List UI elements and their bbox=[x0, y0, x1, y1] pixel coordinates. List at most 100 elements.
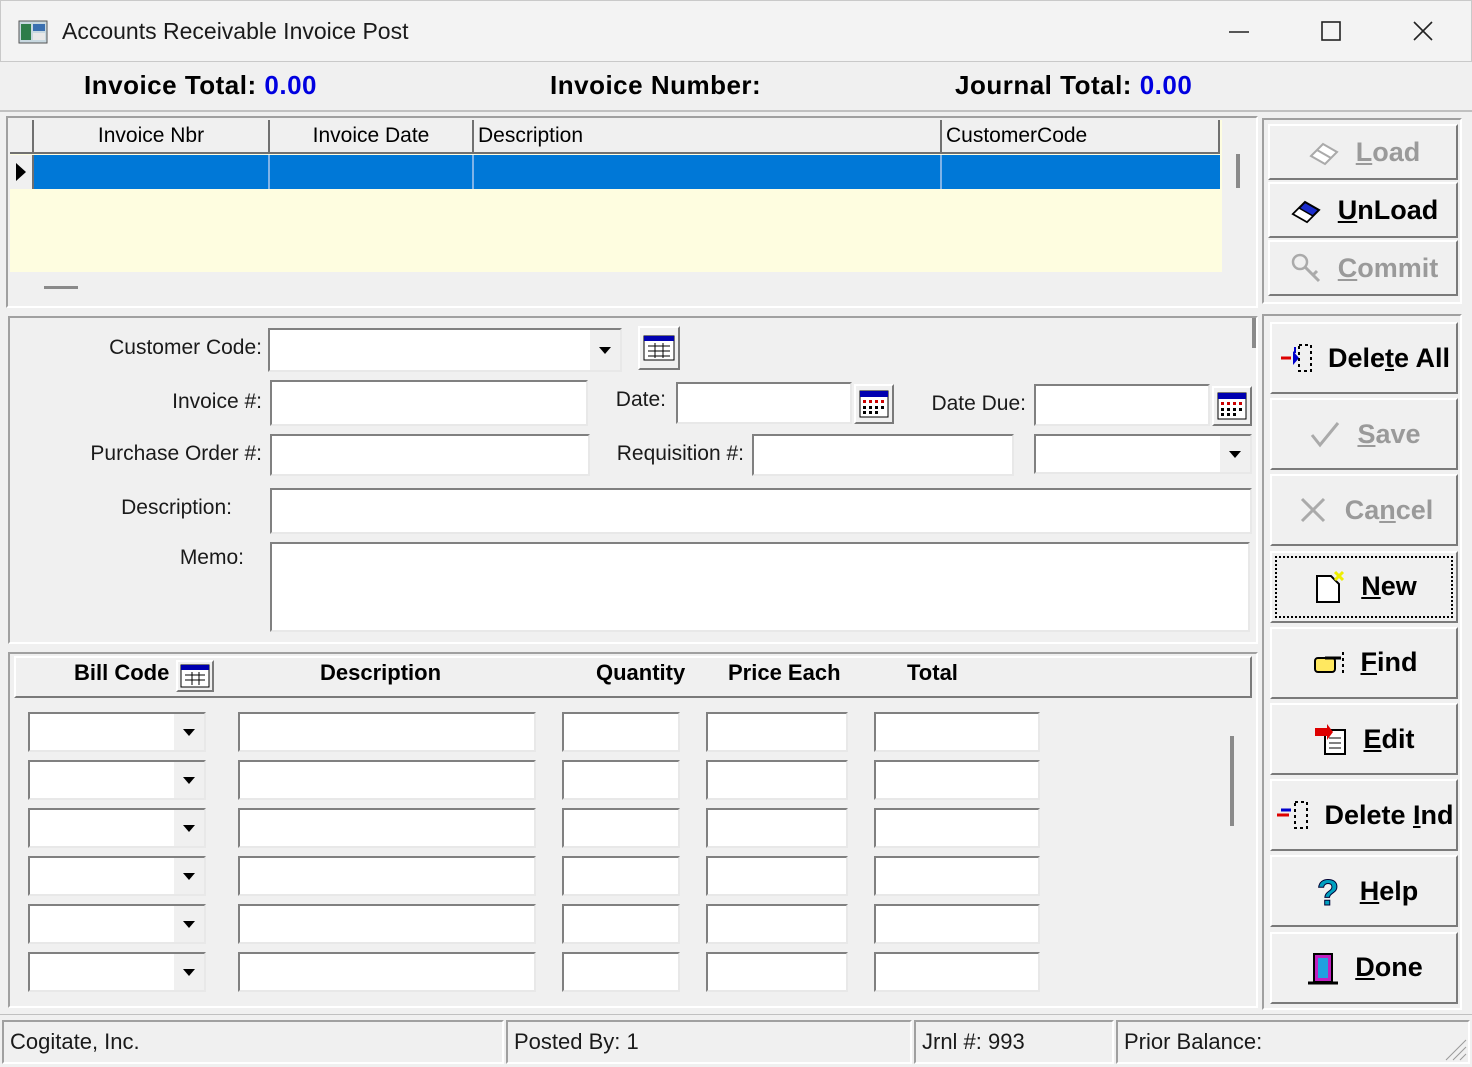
bill-code-dropdown[interactable] bbox=[28, 760, 206, 800]
column-header-line-description: Description bbox=[320, 660, 442, 685]
close-button[interactable] bbox=[1400, 12, 1446, 50]
quantity-input[interactable] bbox=[562, 760, 680, 800]
quantity-input[interactable] bbox=[562, 952, 680, 992]
bill-code-dropdown[interactable] bbox=[28, 904, 206, 944]
selected-grid-row[interactable] bbox=[34, 155, 1220, 189]
invoice-number-field-label: Invoice #: bbox=[172, 390, 262, 413]
requisition-type-dropdown[interactable] bbox=[1034, 434, 1252, 474]
done-button-label: Done bbox=[1355, 952, 1423, 983]
requisition-label: Requisition #: bbox=[616, 442, 744, 465]
row-indicator bbox=[10, 155, 34, 189]
date-input[interactable] bbox=[676, 382, 852, 424]
chevron-down-icon[interactable] bbox=[174, 906, 204, 942]
done-button[interactable]: Done bbox=[1270, 931, 1458, 1004]
minimize-button[interactable] bbox=[1216, 12, 1262, 50]
chevron-down-icon[interactable] bbox=[174, 714, 204, 750]
help-button[interactable]: ? Help bbox=[1270, 855, 1458, 928]
load-button[interactable]: Load bbox=[1268, 124, 1458, 180]
save-button[interactable]: Save bbox=[1270, 398, 1458, 471]
chevron-down-icon[interactable] bbox=[174, 762, 204, 798]
price-each-input[interactable] bbox=[706, 808, 848, 848]
save-button-label: Save bbox=[1357, 418, 1421, 449]
column-header-invoice-nbr[interactable]: Invoice Nbr bbox=[34, 120, 270, 154]
status-prior-balance: Prior Balance: bbox=[1116, 1020, 1470, 1064]
close-icon bbox=[1413, 21, 1433, 41]
resize-grip[interactable] bbox=[1440, 1034, 1468, 1062]
edit-button[interactable]: Edit bbox=[1270, 703, 1458, 775]
bill-code-dropdown[interactable] bbox=[28, 808, 206, 848]
description-label: Description: bbox=[121, 496, 232, 519]
vertical-scrollbar[interactable] bbox=[1236, 154, 1240, 188]
quantity-input[interactable] bbox=[562, 712, 680, 752]
delete-all-button-label: Delete All bbox=[1327, 342, 1451, 373]
invoice-total: Invoice Total: 0.00 bbox=[84, 70, 317, 101]
price-each-input[interactable] bbox=[706, 712, 848, 752]
line-description-input[interactable] bbox=[238, 856, 536, 896]
journal-total-value: 0.00 bbox=[1139, 70, 1193, 100]
memo-textarea[interactable] bbox=[270, 542, 1250, 632]
bill-code-dropdown[interactable] bbox=[28, 952, 206, 992]
chevron-down-icon[interactable] bbox=[1220, 436, 1250, 472]
customer-code-dropdown[interactable] bbox=[268, 328, 622, 372]
chevron-down-icon[interactable] bbox=[174, 858, 204, 894]
row-pointer-icon bbox=[16, 163, 26, 181]
description-input[interactable] bbox=[270, 488, 1252, 534]
lookup-table-icon bbox=[180, 664, 210, 688]
maximize-button[interactable] bbox=[1308, 12, 1354, 50]
line-description-input[interactable] bbox=[238, 952, 536, 992]
line-total-input[interactable] bbox=[874, 760, 1040, 800]
delete-ind-button[interactable]: Delete Ind bbox=[1270, 779, 1458, 852]
chevron-down-icon[interactable] bbox=[590, 330, 620, 370]
line-total-input[interactable] bbox=[874, 904, 1040, 944]
commit-button[interactable]: Commit bbox=[1268, 240, 1458, 296]
new-button-label: New bbox=[1361, 571, 1417, 602]
line-description-input[interactable] bbox=[238, 808, 536, 848]
minimize-icon bbox=[1229, 31, 1249, 33]
line-total-input[interactable] bbox=[874, 952, 1040, 992]
price-each-input[interactable] bbox=[706, 904, 848, 944]
line-description-input[interactable] bbox=[238, 712, 536, 752]
quantity-input[interactable] bbox=[562, 904, 680, 944]
column-header-description[interactable]: Description bbox=[474, 120, 942, 154]
date-picker-button[interactable] bbox=[854, 384, 894, 424]
purchase-order-input[interactable] bbox=[270, 434, 590, 476]
edit-document-icon bbox=[1313, 721, 1349, 757]
delete-all-button[interactable]: Delete All bbox=[1270, 322, 1458, 394]
x-icon bbox=[1295, 492, 1331, 528]
invoice-number-label: Invoice Number: bbox=[550, 70, 762, 100]
price-each-input[interactable] bbox=[706, 952, 848, 992]
invoice-number-input[interactable] bbox=[270, 380, 588, 426]
new-button[interactable]: New bbox=[1270, 550, 1458, 623]
date-due-input[interactable] bbox=[1034, 384, 1210, 426]
requisition-input[interactable] bbox=[752, 434, 1014, 476]
find-button[interactable]: Find bbox=[1270, 626, 1458, 699]
chevron-down-icon[interactable] bbox=[174, 954, 204, 990]
price-each-input[interactable] bbox=[706, 760, 848, 800]
line-total-input[interactable] bbox=[874, 856, 1040, 896]
bill-code-lookup-button[interactable] bbox=[176, 660, 214, 692]
line-total-input[interactable] bbox=[874, 808, 1040, 848]
line-description-input[interactable] bbox=[238, 904, 536, 944]
line-total-input[interactable] bbox=[874, 712, 1040, 752]
quantity-input[interactable] bbox=[562, 856, 680, 896]
form-scrollbar[interactable] bbox=[1252, 318, 1256, 348]
load-button-label: Load bbox=[1355, 136, 1421, 167]
row-separator bbox=[268, 155, 270, 189]
column-header-bill-code: Bill Code bbox=[74, 660, 170, 685]
column-header-customer-code[interactable]: CustomerCode bbox=[942, 120, 1220, 154]
date-due-picker-button[interactable] bbox=[1212, 386, 1252, 426]
chevron-down-icon[interactable] bbox=[174, 810, 204, 846]
column-header-invoice-date[interactable]: Invoice Date bbox=[270, 120, 474, 154]
bill-code-dropdown[interactable] bbox=[28, 856, 206, 896]
cancel-button[interactable]: Cancel bbox=[1270, 474, 1458, 547]
grid-corner bbox=[10, 120, 34, 154]
horizontal-scrollbar[interactable] bbox=[44, 286, 78, 289]
line-description-input[interactable] bbox=[238, 760, 536, 800]
bill-code-dropdown[interactable] bbox=[28, 712, 206, 752]
detail-scrollbar[interactable] bbox=[1230, 736, 1234, 826]
delete-all-icon bbox=[1278, 340, 1314, 376]
quantity-input[interactable] bbox=[562, 808, 680, 848]
price-each-input[interactable] bbox=[706, 856, 848, 896]
customer-lookup-button[interactable] bbox=[638, 326, 680, 370]
unload-button[interactable]: UnLoad bbox=[1268, 182, 1458, 238]
